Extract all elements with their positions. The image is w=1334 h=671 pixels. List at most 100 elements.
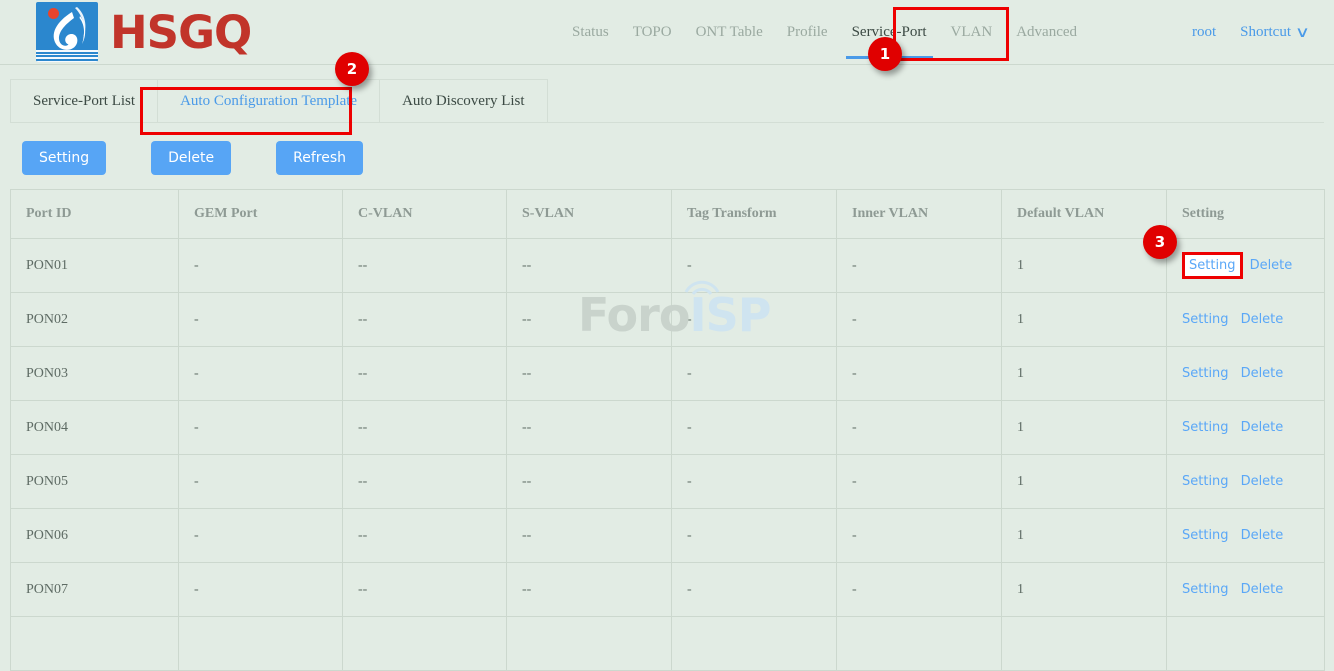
nav-item-ont-table[interactable]: ONT Table (684, 0, 775, 64)
cell-default-vlan: 1 (1002, 509, 1167, 563)
table-header: Port ID GEM Port C-VLAN S-VLAN Tag Trans… (11, 190, 1325, 239)
toolbar: Setting Delete Refresh (0, 123, 1334, 189)
cell-tag-transform: - (672, 509, 837, 563)
service-port-table-container: Port ID GEM Port C-VLAN S-VLAN Tag Trans… (10, 189, 1324, 671)
service-port-table: Port ID GEM Port C-VLAN S-VLAN Tag Trans… (10, 189, 1325, 671)
tab-auto-configuration-template[interactable]: Auto Configuration Template (157, 79, 380, 122)
cell-c-vlan: -- (343, 401, 507, 455)
shortcut-menu[interactable]: Shortcut (1230, 24, 1295, 41)
row-setting-link[interactable]: Setting (1182, 474, 1229, 489)
column-header-setting: Setting (1167, 190, 1325, 239)
annotation-badge-2: 2 (335, 52, 369, 86)
table-row[interactable]: PON06 - -- -- - - 1 SettingDelete (11, 509, 1325, 563)
table-row[interactable]: PON07 - -- -- - - 1 SettingDelete (11, 563, 1325, 617)
cell-inner-vlan: - (837, 563, 1002, 617)
column-header-c-vlan: C-VLAN (343, 190, 507, 239)
cell-s-vlan: -- (507, 347, 672, 401)
cell-actions: Setting Delete (1167, 347, 1325, 401)
table-row[interactable] (11, 617, 1325, 671)
row-delete-link[interactable]: Delete (1241, 582, 1284, 597)
row-setting-link[interactable]: Setting (1182, 252, 1243, 279)
nav-item-topo[interactable]: TOPO (621, 0, 684, 64)
cell-port-id: PON05 (11, 455, 179, 509)
row-delete-link[interactable]: Delete (1241, 474, 1284, 489)
cell-actions: Setting Delete (1167, 401, 1325, 455)
cell-port-id: PON07 (11, 563, 179, 617)
nav-item-advanced[interactable]: Advanced (1004, 0, 1089, 64)
cell-actions: Setting Delete (1167, 509, 1325, 563)
cell-s-vlan: -- (507, 401, 672, 455)
brand-logo[interactable]: HSGQ (36, 2, 251, 62)
cell-gem-port: - (179, 401, 343, 455)
row-delete-link[interactable]: Delete (1241, 312, 1284, 327)
cell-inner-vlan: - (837, 509, 1002, 563)
cell-gem-port: - (179, 509, 343, 563)
tab-service-port-list[interactable]: Service-Port List (10, 79, 158, 122)
cell-inner-vlan: - (837, 347, 1002, 401)
delete-button[interactable]: Delete (151, 141, 231, 175)
row-setting-link[interactable]: Setting (1182, 312, 1229, 327)
cell-port-id: PON06 (11, 509, 179, 563)
setting-button[interactable]: Setting (22, 141, 106, 175)
cell-inner-vlan: - (837, 455, 1002, 509)
cell-actions: Setting Delete (1167, 239, 1325, 293)
cell-s-vlan (507, 617, 672, 671)
cell-c-vlan: -- (343, 239, 507, 293)
row-setting-link[interactable]: Setting (1182, 582, 1229, 597)
nav-right-group: root Shortcut ∨ (1182, 0, 1320, 64)
row-delete-link[interactable]: Delete (1241, 528, 1284, 543)
tab-auto-discovery-list[interactable]: Auto Discovery List (379, 79, 547, 122)
table-row[interactable]: PON05 - -- -- - - 1 SettingDelete (11, 455, 1325, 509)
cell-default-vlan: 1 (1002, 401, 1167, 455)
cell-inner-vlan: - (837, 293, 1002, 347)
cell-port-id (11, 617, 179, 671)
cell-c-vlan: -- (343, 293, 507, 347)
row-delete-link[interactable]: Delete (1241, 366, 1284, 381)
cell-tag-transform (672, 617, 837, 671)
brand-name: HSGQ (110, 10, 251, 55)
table-row[interactable]: PON02 - -- -- - - 1 SettingDelete (11, 293, 1325, 347)
column-header-tag-transform: Tag Transform (672, 190, 837, 239)
cell-s-vlan: -- (507, 563, 672, 617)
nav-item-profile[interactable]: Profile (775, 0, 840, 64)
table-row[interactable]: PON01 - -- -- - - 1 SettingDelete (11, 239, 1325, 293)
cell-actions: Setting Delete (1167, 455, 1325, 509)
current-user-label[interactable]: root (1182, 24, 1226, 41)
cell-tag-transform: - (672, 563, 837, 617)
table-row[interactable]: PON04 - -- -- - - 1 SettingDelete (11, 401, 1325, 455)
cell-tag-transform: - (672, 401, 837, 455)
cell-actions (1167, 617, 1325, 671)
cell-port-id: PON04 (11, 401, 179, 455)
nav-item-status[interactable]: Status (560, 0, 621, 64)
app-header: HSGQ Status TOPO ONT Table Profile Servi… (0, 0, 1334, 65)
cell-gem-port: - (179, 239, 343, 293)
chevron-down-icon[interactable]: ∨ (1295, 23, 1324, 42)
cell-gem-port: - (179, 455, 343, 509)
cell-default-vlan: 1 (1002, 563, 1167, 617)
cell-s-vlan: -- (507, 239, 672, 293)
cell-default-vlan: 1 (1002, 239, 1167, 293)
cell-port-id: PON03 (11, 347, 179, 401)
row-delete-link[interactable]: Delete (1241, 420, 1284, 435)
cell-gem-port (179, 617, 343, 671)
column-header-inner-vlan: Inner VLAN (837, 190, 1002, 239)
cell-c-vlan: -- (343, 455, 507, 509)
row-setting-link[interactable]: Setting (1182, 366, 1229, 381)
row-setting-link[interactable]: Setting (1182, 420, 1229, 435)
cell-gem-port: - (179, 293, 343, 347)
column-header-s-vlan: S-VLAN (507, 190, 672, 239)
logo-wave-lines-icon (36, 50, 98, 60)
cell-s-vlan: -- (507, 509, 672, 563)
row-delete-link[interactable]: Delete (1250, 258, 1293, 273)
table-row[interactable]: PON03 - -- -- - - 1 SettingDelete (11, 347, 1325, 401)
cell-gem-port: - (179, 347, 343, 401)
cell-tag-transform: - (672, 347, 837, 401)
cell-default-vlan (1002, 617, 1167, 671)
nav-item-vlan[interactable]: VLAN (939, 0, 1005, 64)
row-setting-link[interactable]: Setting (1182, 528, 1229, 543)
table-header-row: Port ID GEM Port C-VLAN S-VLAN Tag Trans… (11, 190, 1325, 239)
sub-tabbar: Service-Port List Auto Configuration Tem… (10, 79, 1324, 123)
refresh-button[interactable]: Refresh (276, 141, 363, 175)
cell-s-vlan: -- (507, 455, 672, 509)
annotation-badge-3: 3 (1143, 225, 1177, 259)
